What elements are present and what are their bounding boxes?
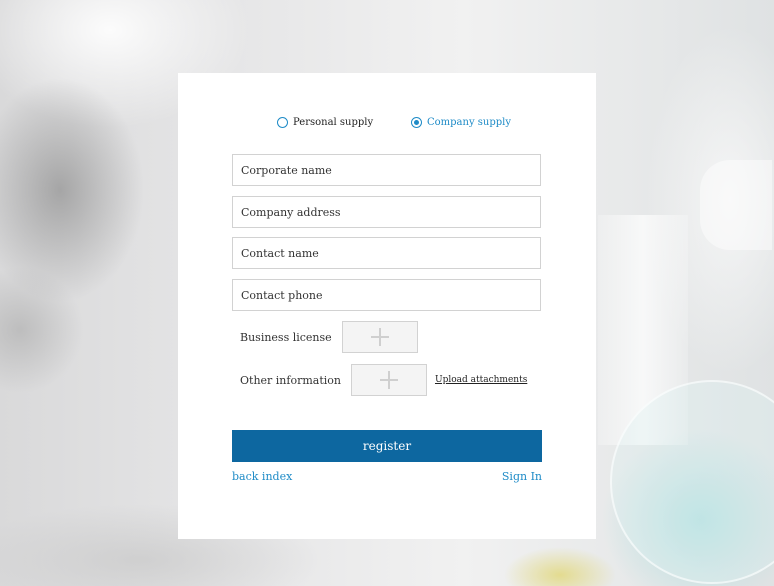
plus-icon bbox=[379, 371, 398, 389]
other-information-label: Other information bbox=[240, 373, 341, 387]
other-information-upload-button[interactable] bbox=[350, 364, 427, 396]
background-glass bbox=[700, 160, 772, 250]
sign-in-link[interactable]: Sign In bbox=[502, 470, 542, 483]
other-information-row: Other information Upload attachments bbox=[240, 364, 527, 396]
plus-icon bbox=[370, 328, 389, 346]
company-address-input[interactable] bbox=[232, 196, 541, 228]
contact-phone-input[interactable] bbox=[232, 279, 541, 311]
contact-name-input[interactable] bbox=[232, 237, 541, 269]
personal-supply-radio[interactable]: Personal supply bbox=[277, 117, 373, 128]
supply-type-group: Personal supply Company supply bbox=[178, 117, 596, 131]
personal-supply-label: Personal supply bbox=[293, 117, 374, 128]
radio-checked-icon bbox=[411, 117, 422, 128]
upload-attachments-link[interactable]: Upload attachments bbox=[435, 375, 527, 385]
back-index-link[interactable]: back index bbox=[232, 470, 292, 483]
corporate-name-input[interactable] bbox=[232, 154, 541, 186]
registration-card: Personal supply Company supply Business … bbox=[178, 73, 596, 539]
company-supply-radio[interactable]: Company supply bbox=[411, 117, 511, 128]
register-button[interactable]: register bbox=[232, 430, 542, 462]
company-supply-label: Company supply bbox=[427, 117, 512, 128]
business-license-upload-button[interactable] bbox=[341, 321, 418, 353]
radio-unchecked-icon bbox=[277, 117, 288, 128]
business-license-label: Business license bbox=[240, 330, 332, 344]
business-license-row: Business license bbox=[240, 321, 418, 353]
